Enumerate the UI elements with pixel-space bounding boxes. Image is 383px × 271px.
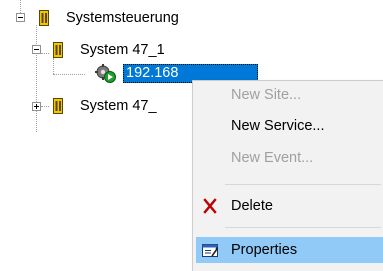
system-device-icon <box>53 98 63 114</box>
properties-icon <box>202 244 218 257</box>
menu-item-delete[interactable]: Delete <box>196 193 383 219</box>
tree-node-system-47-2[interactable]: System 47_ <box>80 97 157 115</box>
menu-separator <box>225 227 381 228</box>
menu-separator <box>225 184 381 185</box>
menu-item-new-event[interactable]: New Event... <box>196 145 383 171</box>
tree-line <box>41 53 49 55</box>
menu-item-properties-label: Properties <box>231 242 298 258</box>
tree-line <box>36 25 38 132</box>
context-menu: New Site... New Service... New Event... … <box>192 80 383 271</box>
tree-line <box>53 58 55 74</box>
tree-node-system-47-1[interactable]: System 47_1 <box>80 41 165 59</box>
collapse-toggle[interactable] <box>16 13 25 22</box>
menu-item-delete-label: Delete <box>231 198 273 214</box>
expand-toggle[interactable] <box>32 102 41 111</box>
tree-line <box>20 0 22 13</box>
delete-x-icon <box>203 198 217 214</box>
tree-node-systemsteuerung[interactable]: Systemsteuerung <box>66 9 179 27</box>
menu-item-new-service[interactable]: New Service... <box>196 113 383 139</box>
tree-line <box>41 106 49 108</box>
menu-item-new-site[interactable]: New Site... <box>196 82 383 108</box>
service-gear-icon <box>95 64 116 83</box>
tree-line <box>53 74 85 76</box>
collapse-toggle[interactable] <box>32 45 41 54</box>
menu-item-properties[interactable]: Properties <box>196 237 383 263</box>
system-device-icon <box>39 10 49 26</box>
system-device-icon <box>53 42 63 58</box>
